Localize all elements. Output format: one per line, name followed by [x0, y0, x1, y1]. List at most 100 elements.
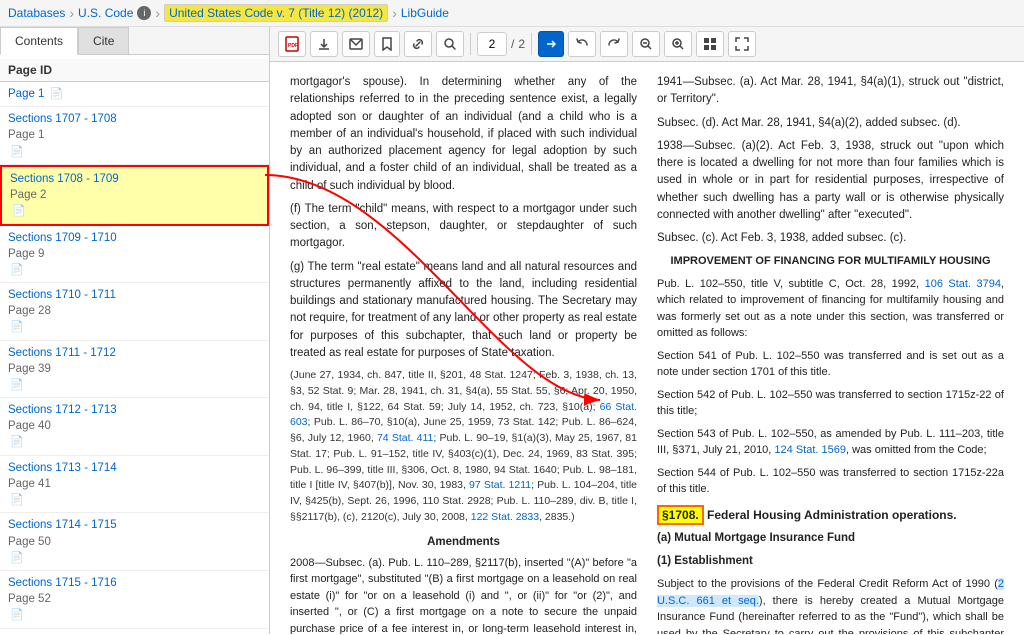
amendments-text: (June 27, 1934, ch. 847, title II, §201,…	[290, 368, 637, 526]
page-number-input[interactable]	[477, 32, 507, 56]
section-number-badge: §1708.	[657, 505, 704, 525]
amendments-header: Amendments	[290, 534, 637, 551]
sidebar-item-s1709[interactable]: Sections 1709 - 1710 Page 9 📄	[0, 226, 269, 284]
doc-icon-s1715: 📄	[10, 609, 24, 621]
zoom-out-button[interactable]	[632, 31, 660, 57]
breadcrumb-uscode[interactable]: U.S. Code	[78, 6, 133, 20]
sidebar-item-s1707-page: Page 1	[8, 127, 261, 143]
doc-content: mortgagor's spouse). In determining whet…	[270, 62, 1024, 634]
email-button[interactable]	[342, 31, 370, 57]
stat3794-link[interactable]: 106 Stat. 3794	[925, 278, 1001, 290]
info-icon[interactable]: i	[137, 6, 151, 20]
search-button[interactable]	[436, 31, 464, 57]
amendments-2008: 2008—Subsec. (a). Pub. L. 110–289, §2117…	[290, 555, 637, 634]
tab-cite[interactable]: Cite	[78, 27, 129, 54]
sidebar-item-s1714-page: Page 50	[8, 534, 261, 550]
sidebar-item-s1711-title: Sections 1711 - 1712	[8, 345, 261, 361]
sidebar-item-s1708[interactable]: Sections 1708 - 1709 Page 2 📄	[0, 165, 269, 226]
total-pages-value: 2	[518, 37, 525, 51]
sidebar-content: Page ID Page 1 📄 Sections 1707 - 1708 Pa…	[0, 55, 269, 634]
sidebar-item-s1707-title: Sections 1707 - 1708	[8, 111, 261, 127]
stat603-link[interactable]: 66 Stat. 603	[290, 401, 637, 429]
section-544-text: Section 544 of Pub. L. 102–550 was trans…	[657, 465, 1004, 498]
pdf-button[interactable]: PDF	[278, 31, 306, 57]
breadcrumb-databases[interactable]: Databases	[8, 6, 65, 20]
sidebar-item-s1715[interactable]: Sections 1715 - 1716 Page 52 📄	[0, 571, 269, 629]
sidebar-item-s1714-title: Sections 1714 - 1715	[8, 517, 261, 533]
bookmark-button[interactable]	[374, 31, 400, 57]
doc-icon-s1708: 📄	[12, 205, 26, 217]
breadcrumb-sep-2: ›	[155, 5, 160, 21]
sidebar-item-s1713[interactable]: Sections 1713 - 1714 Page 41 📄	[0, 456, 269, 514]
right-col-top: 1941—Subsec. (a). Act Mar. 28, 1941, §4(…	[657, 74, 1004, 109]
right-col-4: Subsec. (c). Act Feb. 3, 1938, added sub…	[657, 230, 1004, 247]
zoom-in-button[interactable]	[664, 31, 692, 57]
total-pages: /	[511, 37, 514, 51]
sidebar-item-s1715-page: Page 52	[8, 591, 261, 607]
page-id-header: Page ID	[0, 59, 269, 82]
sidebar-item-page1-title: Page 1	[8, 88, 44, 100]
sidebar-item-s1713-page: Page 41	[8, 476, 261, 492]
sidebar-item-s1713-title: Sections 1713 - 1714	[8, 460, 261, 476]
section-title-text: Federal Housing Administration operation…	[707, 508, 957, 522]
sidebar-item-s1714[interactable]: Sections 1714 - 1715 Page 50 📄	[0, 513, 269, 571]
stat411-link[interactable]: 74 Stat. 411	[377, 432, 433, 444]
link-button[interactable]	[404, 31, 432, 57]
establishment-text: Subject to the provisions of the Federal…	[657, 576, 1004, 634]
subsection-a: (a) Mutual Mortgage Insurance Fund	[657, 530, 1004, 547]
content-area: PDF / 2	[270, 27, 1024, 634]
doc-icon-s1711: 📄	[10, 379, 24, 391]
stat1569-link[interactable]: 124 Stat. 1569	[774, 444, 846, 456]
section-541-text: Section 541 of Pub. L. 102–550 was trans…	[657, 348, 1004, 381]
breadcrumb: Databases › U.S. Code i › United States …	[0, 0, 1024, 27]
doc-icon: 📄	[50, 88, 64, 100]
redo-button[interactable]	[600, 31, 628, 57]
sidebar-item-s1707[interactable]: Sections 1707 - 1708 Page 1 📄	[0, 107, 269, 165]
sidebar-item-s1712-page: Page 40	[8, 418, 261, 434]
section-542-text: Section 542 of Pub. L. 102–550 was trans…	[657, 387, 1004, 420]
sidebar-item-s1710-page: Page 28	[8, 303, 261, 319]
doc-icon-s1712: 📄	[10, 436, 24, 448]
navigate-forward-button[interactable]	[538, 31, 564, 57]
sidebar-item-s1712[interactable]: Sections 1712 - 1713 Page 40 📄	[0, 398, 269, 456]
sidebar-item-page1[interactable]: Page 1 📄	[0, 82, 269, 107]
breadcrumb-sep-1: ›	[69, 5, 74, 21]
sidebar-item-s1716-title: Sections 1716 - 1717	[8, 633, 261, 634]
breadcrumb-sep-3: ›	[392, 5, 397, 21]
doc-icon-s1710: 📄	[10, 321, 24, 333]
doc-icon-s1707: 📄	[10, 146, 24, 158]
para-f: (f) The term "child" means, with respect…	[290, 201, 637, 253]
breadcrumb-libguide[interactable]: LibGuide	[401, 6, 449, 20]
doc-icon-s1713: 📄	[10, 494, 24, 506]
sidebar-item-s1715-title: Sections 1715 - 1716	[8, 575, 261, 591]
svg-text:PDF: PDF	[288, 43, 298, 49]
breadcrumb-title12[interactable]: United States Code v. 7 (Title 12) (2012…	[169, 6, 383, 20]
sidebar-item-s1709-page: Page 9	[8, 246, 261, 262]
improvement-header: Improvement of Financing for Multifamily…	[657, 253, 1004, 270]
para-g: (g) The term "real estate" means land an…	[290, 259, 637, 363]
right-col-3: 1938—Subsec. (a)(2). Act Feb. 3, 1938, s…	[657, 138, 1004, 224]
undo-button[interactable]	[568, 31, 596, 57]
section-number-title: §1708. Federal Housing Administration op…	[657, 506, 1004, 524]
expand-button[interactable]	[728, 31, 756, 57]
sidebar-item-s1708-page: Page 2	[10, 187, 259, 203]
section-543-text: Section 543 of Pub. L. 102–550, as amend…	[657, 426, 1004, 459]
sidebar-item-s1710[interactable]: Sections 1710 - 1711 Page 28 📄	[0, 283, 269, 341]
doc-icon-s1714: 📄	[10, 552, 24, 564]
sidebar-item-s1716[interactable]: Sections 1716 - 1717 Page 212 📄	[0, 629, 269, 634]
sidebar-tabs: Contents Cite	[0, 27, 269, 55]
stat2833-link[interactable]: 122 Stat. 2833	[471, 511, 539, 523]
sidebar-item-s1711[interactable]: Sections 1711 - 1712 Page 39 📄	[0, 341, 269, 399]
right-col-2: Subsec. (d). Act Mar. 28, 1941, §4(a)(2)…	[657, 115, 1004, 132]
improvement-text: Pub. L. 102–550, title V, subtitle C, Oc…	[657, 276, 1004, 342]
download-button[interactable]	[310, 31, 338, 57]
usc661-link[interactable]: 2 U.S.C. 661 et seq.	[657, 578, 1004, 607]
toolbar: PDF / 2	[270, 27, 1024, 62]
intro-paragraph: mortgagor's spouse). In determining whet…	[290, 74, 637, 195]
sidebar-item-s1708-title: Sections 1708 - 1709	[10, 171, 259, 187]
grid-view-button[interactable]	[696, 31, 724, 57]
stat1211-link[interactable]: 97 Stat. 1211	[469, 479, 531, 491]
toolbar-sep-1	[470, 33, 471, 55]
tab-contents[interactable]: Contents	[0, 27, 78, 55]
subsubsection-1: (1) Establishment	[657, 553, 1004, 570]
